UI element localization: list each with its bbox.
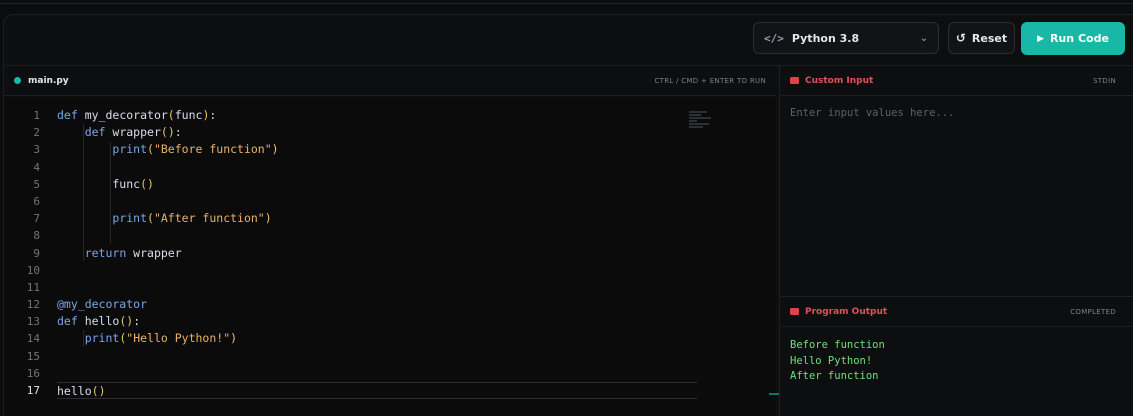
run-code-button[interactable]: ▶ Run Code (1021, 22, 1125, 55)
code-line[interactable] (57, 262, 697, 279)
language-select[interactable]: </> Python 3.8 ⌄ (753, 22, 939, 54)
scrollbar-indicator[interactable] (769, 393, 779, 395)
pane-divider[interactable] (779, 66, 780, 416)
terminal-icon (790, 308, 799, 315)
custom-input-header: Custom Input STDIN (780, 66, 1133, 96)
code-editor[interactable]: 1 2 3 4 5 6 7 8 9 10 11 12 13 14 15 16 17 def my_decorat… (4, 97, 779, 416)
line-number: 6 (33, 194, 40, 208)
reset-label: Reset (971, 31, 1008, 45)
line-number: 1 (33, 109, 40, 122)
editor-shell: </> Python 3.8 ⌄ ↺ Reset ▶ Run Code main… (3, 14, 1133, 416)
output-line: After function (790, 370, 879, 382)
custom-input-field[interactable]: Enter input values here... (790, 107, 1120, 119)
code-line[interactable] (57, 348, 697, 365)
file-tab[interactable]: main.py (28, 76, 69, 86)
code-line[interactable] (57, 279, 697, 296)
code-line[interactable]: print("After function") (57, 210, 697, 227)
program-output-header: Program Output COMPLETED (780, 297, 1133, 327)
line-number: 7 (33, 212, 40, 226)
code-line[interactable] (57, 365, 697, 382)
language-label: Python 3.8 (791, 31, 860, 45)
toolbar: </> Python 3.8 ⌄ ↺ Reset ▶ Run Code (4, 15, 1133, 66)
code-line[interactable]: func() (57, 176, 697, 193)
line-number: 13 (26, 315, 40, 329)
line-number: 14 (26, 332, 40, 346)
code-line[interactable] (57, 193, 697, 210)
code-icon: </> (764, 31, 784, 45)
chevron-down-icon: ⌄ (919, 32, 928, 44)
stdin-tag: STDIN (1093, 76, 1116, 85)
code-line[interactable]: print("Hello Python!") (57, 330, 697, 347)
file-status-dot (14, 77, 21, 84)
program-output-title: Program Output (805, 306, 888, 317)
run-code-label: Run Code (1049, 32, 1109, 45)
editor-header: main.py CTRL / CMD + ENTER TO RUN (4, 66, 776, 96)
line-number: 5 (33, 177, 40, 191)
line-number: 16 (26, 366, 40, 380)
line-number: 12 (26, 298, 40, 312)
minimap[interactable] (689, 111, 719, 137)
line-number: 15 (26, 349, 40, 363)
code-line[interactable]: return wrapper (57, 245, 697, 262)
line-number: 3 (33, 143, 40, 157)
code-line[interactable]: hello() (57, 382, 697, 400)
code-line[interactable]: def hello(): (57, 313, 697, 330)
line-number: 10 (26, 263, 40, 277)
code-runner-app: </> Python 3.8 ⌄ ↺ Reset ▶ Run Code main… (0, 0, 1133, 416)
line-number-gutter: 1 2 3 4 5 6 7 8 9 10 11 12 13 14 15 16 17 (4, 107, 40, 399)
code-line[interactable] (57, 159, 697, 176)
code-line[interactable] (57, 227, 697, 244)
program-output: Before function Hello Python! After functi… (790, 338, 1120, 385)
reset-icon: ↺ (955, 31, 966, 45)
output-line: Hello Python! (790, 354, 873, 367)
top-divider (0, 3, 1133, 4)
code-line[interactable]: def my_decorator(func): (57, 107, 697, 124)
code-line[interactable]: @my_decorator (57, 296, 697, 313)
line-number: 4 (33, 160, 40, 174)
line-number: 8 (33, 229, 40, 243)
line-number: 2 (33, 126, 40, 140)
run-shortcut-hint: CTRL / CMD + ENTER TO RUN (654, 76, 766, 85)
code-line[interactable]: print("Before function") (57, 141, 697, 158)
code-line[interactable]: def wrapper(): (57, 124, 697, 141)
line-number: 11 (26, 280, 40, 294)
code-area[interactable]: def my_decorator(func): def wrapper(): p… (57, 107, 697, 400)
line-number: 9 (33, 246, 40, 260)
keyboard-icon (790, 77, 799, 84)
output-status: COMPLETED (1070, 307, 1116, 316)
reset-button[interactable]: ↺ Reset (948, 22, 1015, 54)
custom-input-title: Custom Input (805, 75, 874, 86)
play-icon: ▶ (1037, 33, 1044, 44)
output-line: Before function (790, 339, 885, 351)
line-number: 17 (26, 384, 40, 397)
